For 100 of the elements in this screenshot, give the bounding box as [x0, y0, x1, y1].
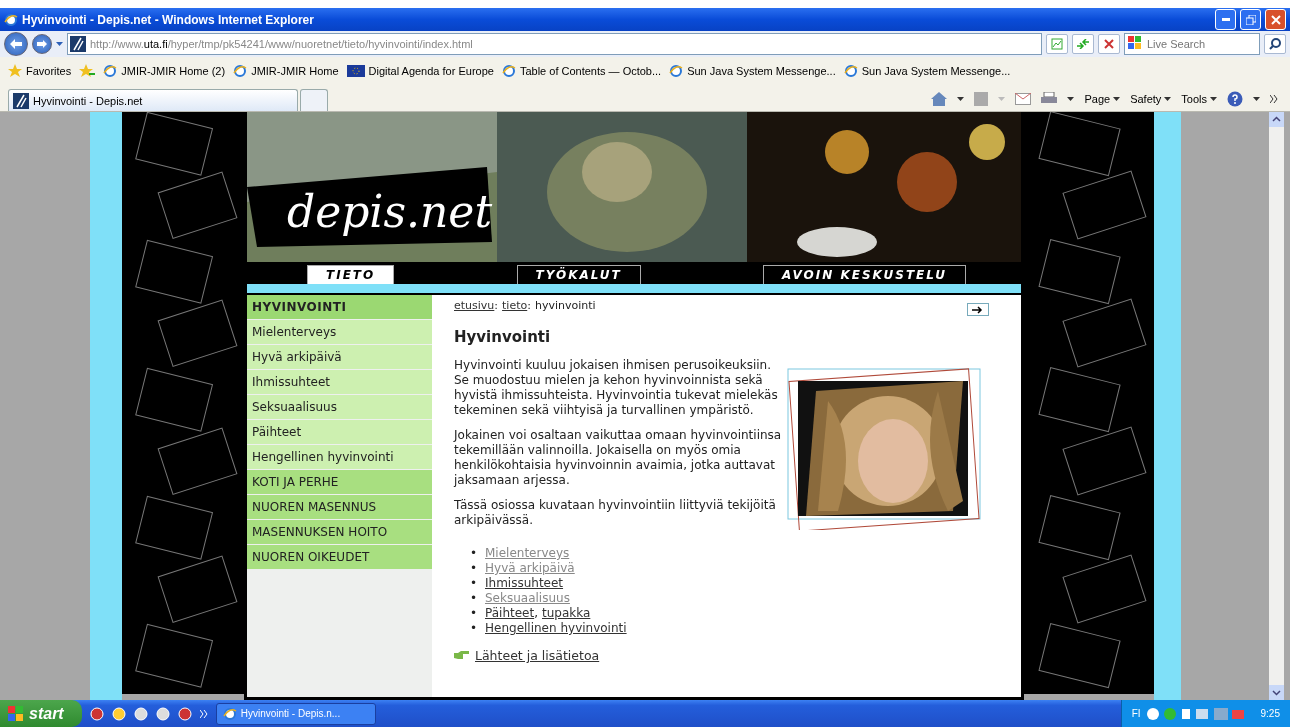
browser-icon: [669, 64, 684, 78]
home-icon[interactable]: [931, 92, 948, 106]
sidebar-item[interactable]: Hyvä arkipäivä: [247, 345, 432, 369]
topic-link[interactable]: Seksuaalisuus: [485, 591, 570, 606]
topic-link[interactable]: Hyvä arkipäivä: [485, 561, 575, 576]
help-icon[interactable]: [1227, 91, 1243, 107]
close-icon: [1270, 14, 1281, 25]
quick-launch-icon[interactable]: [111, 706, 126, 721]
bullet: •: [470, 576, 479, 591]
quick-launch-icon[interactable]: [155, 706, 170, 721]
favorite-link[interactable]: Table of Contents — Octob...: [501, 64, 662, 78]
search-field[interactable]: Live Search: [1124, 33, 1260, 55]
browser-icon: [103, 64, 118, 78]
chevron-icon[interactable]: [1270, 95, 1278, 103]
restore-icon: [1245, 14, 1256, 25]
close-button[interactable]: [1265, 9, 1286, 30]
page-chart-icon: [1051, 38, 1063, 50]
start-button[interactable]: start: [0, 700, 82, 727]
windows-logo-icon: [8, 705, 24, 722]
restore-button[interactable]: [1240, 9, 1261, 30]
caret-icon: [957, 97, 965, 101]
windows-logo-icon: [1128, 36, 1142, 50]
refresh-button[interactable]: [1072, 34, 1094, 54]
nav-tab[interactable]: AVOIN KESKUSTELU: [763, 265, 966, 284]
nav-tab[interactable]: TIETO: [307, 265, 395, 284]
quick-launch-icon[interactable]: [89, 706, 104, 721]
paragraph: Jokainen voi osaltaan vaikuttaa omaan hyvinvointiinsa tekemillään valinnoilla. Jokaisella on myös omia henkilökohtaisia hyvinvoinnin avaimia, jotka auttavat jaksamaan arjessa.: [454, 428, 783, 488]
topic-link[interactable]: Hengellinen hyvinvointi: [485, 621, 627, 636]
nav-tab[interactable]: TYÖKALUT: [516, 265, 641, 284]
sidebar-item[interactable]: MASENNUKSEN HOITO: [247, 520, 432, 544]
sidebar-item[interactable]: NUOREN OIKEUDET: [247, 545, 432, 569]
next-page-button[interactable]: [967, 303, 989, 316]
flag-icon: [346, 65, 365, 77]
sidebar-item[interactable]: HYVINVOINTI: [247, 295, 432, 319]
minimize-icon: [1221, 18, 1230, 21]
sidebar-item[interactable]: Ihmissuhteet: [247, 370, 432, 394]
scroll-up-icon[interactable]: [1269, 112, 1284, 127]
breadcrumb-separator: :: [527, 299, 531, 312]
command-menu[interactable]: Safety: [1130, 93, 1172, 105]
bullet: •: [470, 621, 479, 636]
scroll-down-icon[interactable]: [1269, 685, 1284, 700]
search-button[interactable]: [1264, 34, 1286, 54]
favorite-link[interactable]: Sun Java System Messenge...: [669, 64, 836, 78]
favorites-button[interactable]: Favorites: [8, 64, 72, 78]
sidebar-item[interactable]: Hengellinen hyvinvointi: [247, 445, 432, 469]
browser-tab[interactable]: Hyvinvointi - Depis.net: [8, 89, 298, 111]
favorite-link[interactable]: JMIR-JMIR Home: [233, 64, 339, 78]
browser-icon: [222, 706, 237, 721]
clock: 9:25: [1260, 708, 1280, 719]
refresh-icon: [1076, 39, 1090, 49]
breadcrumb-current: hyvinvointi: [534, 299, 596, 312]
browser-icon: [4, 12, 18, 27]
caret-icon: [56, 42, 63, 46]
caret-icon: [1210, 97, 1217, 101]
quick-launch-icon[interactable]: [133, 706, 148, 721]
bullet: •: [470, 606, 479, 621]
favorite-link[interactable]: Digital Agenda for Europe: [346, 65, 494, 77]
sidebar-item[interactable]: Seksuaalisuus: [247, 395, 432, 419]
caret-icon: [1164, 97, 1172, 101]
link-separator: ,: [534, 606, 538, 621]
add-favorite-icon[interactable]: [79, 64, 96, 78]
sidebar-item[interactable]: KOTI JA PERHE: [247, 470, 432, 494]
address-field[interactable]: http://www.uta.fi/hyper/tmp/pk54241/www/nuoretnet/tieto/hyvinvointi/index.html: [67, 33, 1042, 55]
right-arrow-icon: [972, 305, 984, 314]
back-arrow-icon: [10, 39, 22, 49]
caret-icon: [1067, 97, 1075, 101]
topic-link[interactable]: Ihmissuhteet: [485, 576, 564, 591]
sources-link[interactable]: Lähteet ja lisätietoa: [475, 648, 600, 663]
caret-icon: [1113, 97, 1121, 101]
command-menu[interactable]: Page: [1084, 93, 1121, 105]
browser-icon: [843, 64, 858, 78]
scrollbar[interactable]: [1269, 112, 1284, 700]
mail-icon[interactable]: [1015, 93, 1032, 105]
topic-link[interactable]: tupakka: [542, 606, 591, 621]
forward-button[interactable]: [32, 34, 52, 54]
taskbar-button[interactable]: Hyvinvointi - Depis.n...: [215, 702, 376, 725]
close-icon: [1104, 39, 1114, 49]
back-button[interactable]: [4, 32, 28, 56]
window-title: Hyvinvointi - Depis.net - Windows Internet Explorer: [22, 12, 315, 27]
site-icon: [13, 92, 29, 109]
stop-button[interactable]: [1098, 34, 1120, 54]
minimize-button[interactable]: [1215, 9, 1236, 30]
bullet: •: [470, 591, 479, 606]
print-icon[interactable]: [1041, 92, 1058, 106]
sidebar-item[interactable]: Mielenterveys: [247, 320, 432, 344]
site-icon: [70, 36, 86, 52]
browser-icon: [233, 64, 248, 78]
sidebar-item[interactable]: NUOREN MASENNUS: [247, 495, 432, 519]
topic-link[interactable]: Mielenterveys: [485, 546, 570, 561]
forward-arrow-icon: [37, 40, 47, 48]
favorite-link[interactable]: JMIR-JMIR Home (2): [103, 64, 226, 78]
paragraph: Hyvinvointi kuuluu jokaisen ihmisen perusoikeuksiin. Se muodostuu mielen ja kehon hyvinvoinnista sekä hyvistä ihmissuhteista. Hyvinvointia tukevat mielekäs tekeminen sekä viihtyisä ja turvallinen ympäristö.: [454, 358, 779, 418]
quick-launch-icon[interactable]: [177, 706, 192, 721]
page-heading: Hyvinvointi: [454, 328, 552, 346]
search-icon: [1269, 38, 1281, 50]
sidebar-item[interactable]: Päihteet: [247, 420, 432, 444]
command-menu[interactable]: Tools: [1181, 93, 1217, 105]
bullet: •: [470, 546, 479, 561]
favorite-link[interactable]: Sun Java System Messenge...: [843, 64, 1011, 78]
caret-icon: [998, 97, 1006, 101]
